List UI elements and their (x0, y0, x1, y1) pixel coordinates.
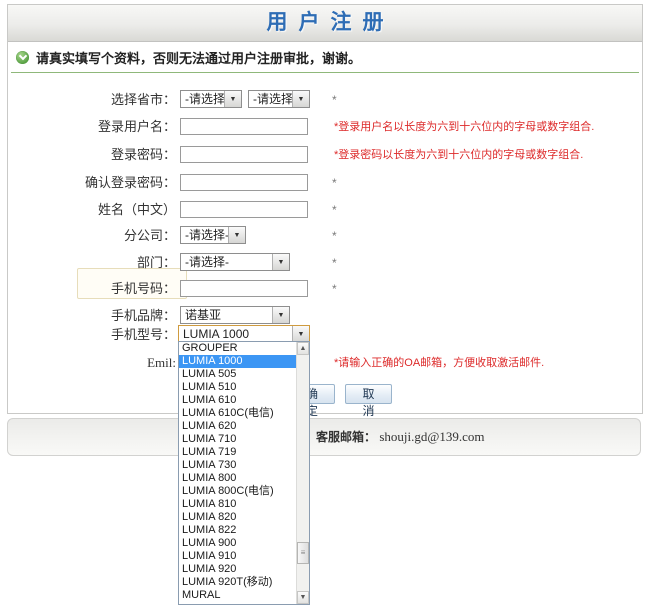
confirm-password-input[interactable] (180, 174, 308, 191)
required-mark: * (332, 200, 337, 220)
department-label: 部门： (8, 253, 176, 273)
chevron-down-icon: ▼ (224, 91, 241, 107)
registration-page: 用户注册 请真实填写个资料，否则无法通过用户注册审批，谢谢。 选择省市： -请选… (0, 0, 650, 609)
mobile-input[interactable] (180, 280, 308, 297)
chevron-down-icon: ▼ (272, 307, 289, 323)
form-row-mobile: 手机号码： * (8, 279, 642, 299)
green-arrow-icon (16, 51, 29, 64)
model-dropdown: GROUPERLUMIA 1000LUMIA 505LUMIA 510LUMIA… (178, 341, 310, 605)
dropdown-option[interactable]: LUMIA 800C(电信) (179, 485, 296, 498)
password-input[interactable] (180, 146, 308, 163)
scroll-up-icon[interactable]: ▲ (297, 342, 309, 355)
required-mark: * (332, 226, 337, 246)
cancel-button[interactable]: 取 消 (345, 384, 392, 404)
dropdown-option[interactable]: LUMIA 910 (179, 550, 296, 563)
password-label: 登录密码： (8, 145, 176, 165)
chevron-down-icon: ▼ (292, 91, 309, 107)
notice-text: 请真实填写个资料，否则无法通过用户注册审批，谢谢。 (36, 48, 361, 67)
city-select[interactable]: -请选择- ▼ (248, 90, 310, 108)
model-select-value: LUMIA 1000 (179, 326, 292, 342)
dropdown-option[interactable]: GROUPER (179, 342, 296, 355)
city-select-value: -请选择- (249, 91, 292, 107)
dropdown-option[interactable]: LUMIA 822 (179, 524, 296, 537)
department-select-value: -请选择- (181, 254, 272, 270)
username-note: *登录用户名以长度为六到十六位内的字母或数字组合. (334, 117, 594, 137)
dropdown-option[interactable]: LUMIA 730 (179, 459, 296, 472)
model-dropdown-list: GROUPERLUMIA 1000LUMIA 505LUMIA 510LUMIA… (179, 342, 296, 604)
mobile-label: 手机号码： (8, 279, 176, 299)
form-row-username: 登录用户名： *登录用户名以长度为六到十六位内的字母或数字组合. (8, 117, 642, 137)
support-email-value: shouji.gd@139.com (379, 429, 484, 444)
dropdown-option[interactable]: LUMIA 900 (179, 537, 296, 550)
branch-select-value: -请选择- (181, 227, 228, 243)
chevron-down-icon: ▼ (272, 254, 289, 270)
username-label: 登录用户名： (8, 117, 176, 137)
confirm-password-label: 确认登录密码： (8, 173, 176, 193)
dropdown-option[interactable]: LUMIA 800 (179, 472, 296, 485)
dropdown-option[interactable]: LUMIA 610C(电信) (179, 407, 296, 420)
province-select-value: -请选择- (181, 91, 224, 107)
form-container: 用户注册 请真实填写个资料，否则无法通过用户注册审批，谢谢。 选择省市： -请选… (7, 4, 643, 414)
email-label: Emil: (8, 353, 176, 373)
brand-label: 手机品牌： (8, 306, 176, 326)
brand-select[interactable]: 诺基亚 ▼ (180, 306, 290, 324)
province-select[interactable]: -请选择- ▼ (180, 90, 242, 108)
dropdown-scrollbar[interactable]: ▲ ≡ ▼ (296, 342, 309, 604)
page-title: 用户注册 (256, 5, 395, 41)
department-select[interactable]: -请选择- ▼ (180, 253, 290, 271)
required-mark: * (332, 279, 337, 299)
dropdown-option[interactable]: MURAL (179, 589, 296, 602)
page-header: 用户注册 (8, 5, 642, 42)
form-row-province: 选择省市： -请选择- ▼ -请选择- ▼ * (8, 90, 642, 110)
form-row-brand: 手机品牌： 诺基亚 ▼ (8, 306, 642, 326)
password-note: *登录密码以长度为六到十六位内的字母或数字组合. (334, 145, 583, 165)
form-row-password: 登录密码： *登录密码以长度为六到十六位内的字母或数字组合. (8, 145, 642, 165)
dropdown-option[interactable]: LUMIA 810 (179, 498, 296, 511)
form-row-confirm-password: 确认登录密码： * (8, 173, 642, 193)
required-mark: * (332, 173, 337, 193)
footer-text: 客服邮箱： shouji.gd@139.com (316, 419, 485, 455)
divider (11, 72, 639, 73)
username-input[interactable] (180, 118, 308, 135)
form-row-department: 部门： -请选择- ▼ * (8, 253, 642, 273)
form-row-branch: 分公司： -请选择- ▼ * (8, 226, 642, 246)
form-row-model: 手机型号： LUMIA 1000 ▼ (8, 325, 642, 345)
model-label: 手机型号： (8, 325, 176, 345)
dropdown-option[interactable]: LUMIA 1000 (179, 355, 296, 368)
brand-select-value: 诺基亚 (181, 307, 272, 323)
fullname-input[interactable] (180, 201, 308, 218)
form-row-fullname: 姓名（中文） * (8, 200, 642, 220)
notice-bar: 请真实填写个资料，否则无法通过用户注册审批，谢谢。 (8, 44, 642, 70)
chevron-down-icon: ▼ (292, 326, 309, 342)
dropdown-option[interactable]: LUMIA 920T(移动) (179, 576, 296, 589)
dropdown-option[interactable]: LUMIA 610 (179, 394, 296, 407)
scrollbar-thumb[interactable]: ≡ (297, 542, 309, 564)
email-note: *请输入正确的OA邮箱，方便收取激活邮件. (334, 353, 544, 373)
branch-label: 分公司： (8, 226, 176, 246)
dropdown-option[interactable]: LUMIA 820 (179, 511, 296, 524)
required-mark: * (332, 253, 337, 273)
dropdown-option[interactable]: LUMIA 505 (179, 368, 296, 381)
scroll-down-icon[interactable]: ▼ (297, 591, 309, 604)
dropdown-option[interactable]: LUMIA 510 (179, 381, 296, 394)
dropdown-option[interactable]: LUMIA 710 (179, 433, 296, 446)
support-email-label: 客服邮箱： (316, 430, 376, 444)
province-label: 选择省市： (8, 90, 176, 110)
required-mark: * (332, 90, 337, 110)
branch-select[interactable]: -请选择- ▼ (180, 226, 246, 244)
dropdown-option[interactable]: LUMIA 920 (179, 563, 296, 576)
footer-bar: 客服邮箱： shouji.gd@139.com (7, 418, 641, 456)
chevron-down-icon: ▼ (228, 227, 245, 243)
dropdown-option[interactable]: LUMIA 620 (179, 420, 296, 433)
dropdown-option[interactable]: LUMIA 719 (179, 446, 296, 459)
form-row-email: Emil: *请输入正确的OA邮箱，方便收取激活邮件. (8, 353, 642, 373)
fullname-label: 姓名（中文） (8, 200, 176, 220)
